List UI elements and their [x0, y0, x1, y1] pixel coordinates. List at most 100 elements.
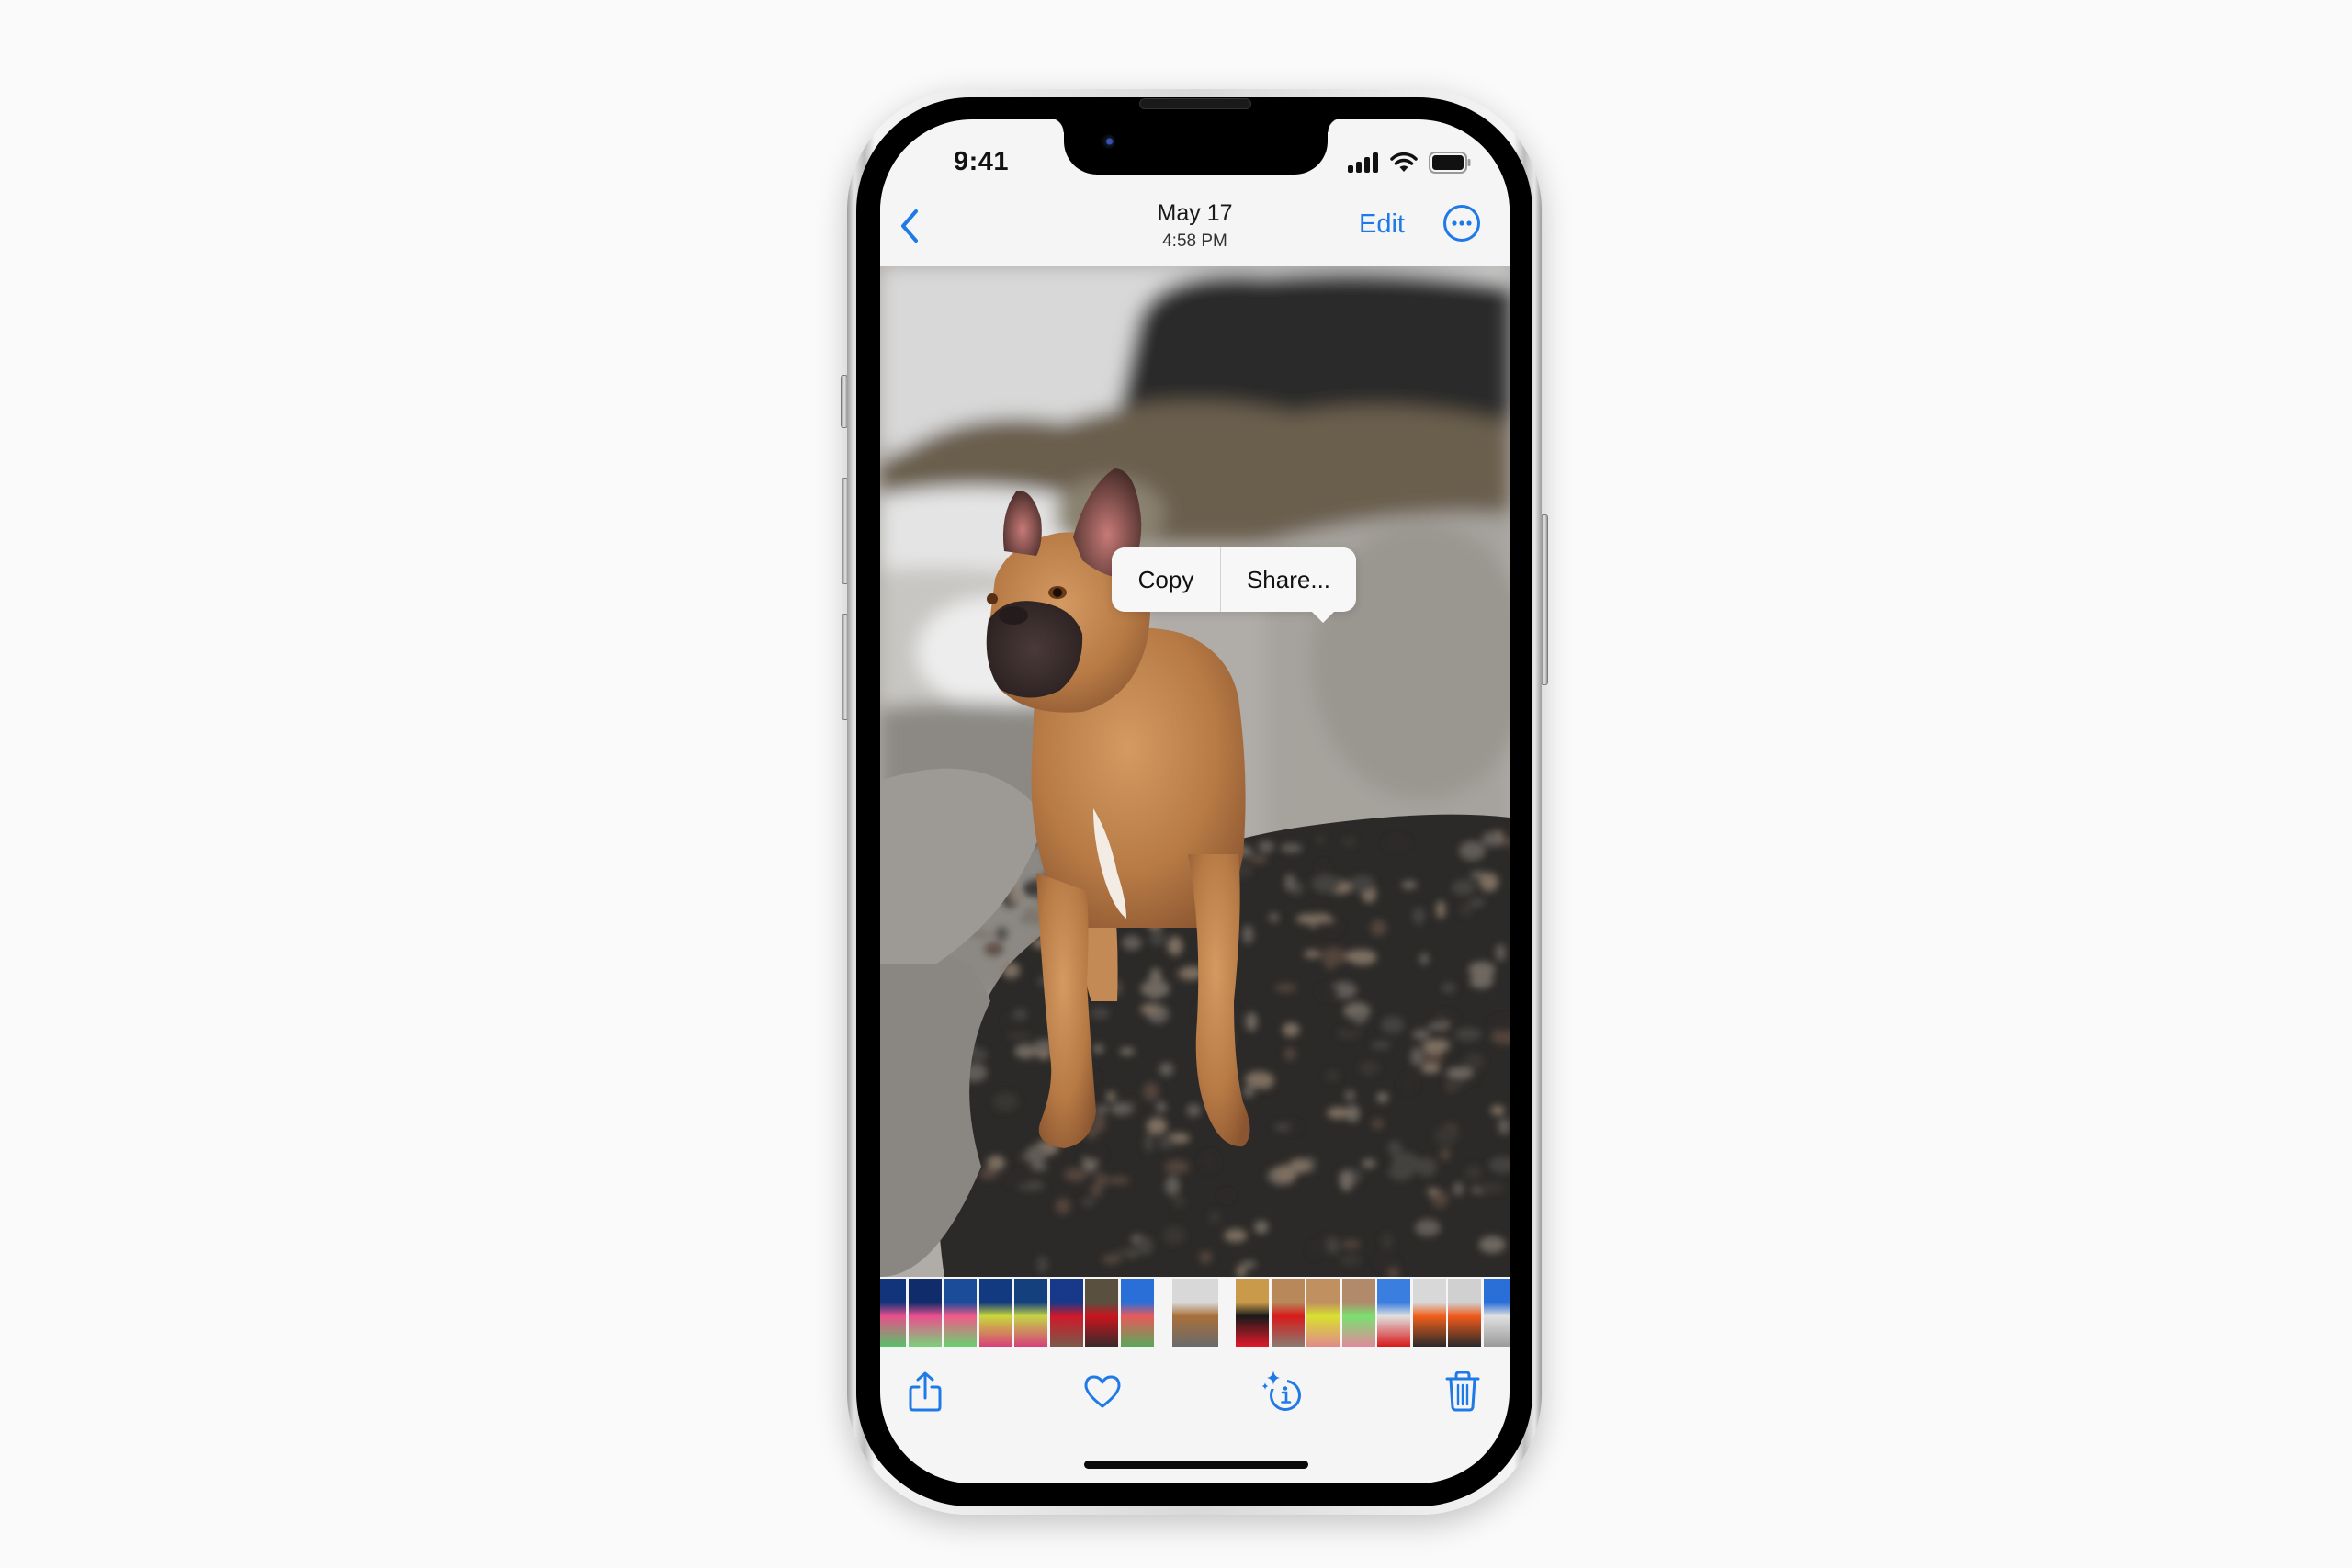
- pebble: [995, 926, 1008, 942]
- pebble: [1254, 1220, 1269, 1235]
- pebble: [1318, 985, 1339, 1000]
- pebble: [1313, 921, 1343, 934]
- thumbnail[interactable]: [1120, 1279, 1155, 1347]
- share-menu-item[interactable]: Share...: [1221, 547, 1356, 612]
- home-indicator[interactable]: [1084, 1461, 1308, 1469]
- pebble: [992, 1091, 1019, 1112]
- photo-viewer[interactable]: Copy Share...: [880, 266, 1510, 1277]
- pebble: [1440, 1147, 1451, 1161]
- pebble: [1317, 861, 1329, 876]
- thumbnail[interactable]: [978, 1279, 1013, 1347]
- thumbnail[interactable]: [1341, 1279, 1376, 1347]
- thumbnail[interactable]: [944, 1279, 978, 1347]
- pebble: [1119, 1047, 1136, 1056]
- pebble: [1459, 902, 1473, 918]
- pebble: [1165, 1176, 1181, 1196]
- pebble: [1464, 1165, 1483, 1180]
- pebble: [1359, 1060, 1379, 1077]
- pebble: [1162, 1225, 1186, 1245]
- pebble: [1434, 1125, 1458, 1145]
- photo-date: May 17: [1157, 200, 1233, 226]
- pebble: [1350, 874, 1375, 893]
- context-menu: Copy Share...: [1112, 547, 1356, 623]
- pebble: [1401, 880, 1418, 889]
- pebble: [1082, 1148, 1105, 1161]
- trash-icon: [1445, 1371, 1480, 1412]
- pebble: [1469, 897, 1486, 908]
- thumbnail[interactable]: [880, 1279, 907, 1347]
- more-button[interactable]: [1442, 204, 1481, 243]
- pebble: [1245, 1012, 1258, 1032]
- pebble: [1340, 1171, 1353, 1191]
- wifi-icon: [1390, 152, 1418, 172]
- pebble: [1478, 1235, 1506, 1254]
- pebble: [1412, 1029, 1430, 1041]
- pebble: [1384, 836, 1409, 850]
- cellular-signal-icon: [1348, 152, 1378, 173]
- pebble: [1025, 1145, 1047, 1166]
- pebble: [1249, 854, 1268, 864]
- thumbnail[interactable]: [1085, 1279, 1119, 1347]
- pebble: [1393, 1152, 1403, 1168]
- pebble: [1345, 1024, 1361, 1032]
- pebble: [1362, 1158, 1376, 1168]
- thumbnail[interactable]: [1236, 1279, 1270, 1347]
- pebble: [1340, 1254, 1362, 1266]
- thumbnail[interactable]: [908, 1279, 943, 1347]
- thumbnail[interactable]: [1412, 1279, 1447, 1347]
- edit-button[interactable]: Edit: [1359, 209, 1405, 240]
- pebble: [984, 942, 1004, 956]
- thumbnail-strip[interactable]: [880, 1279, 1510, 1347]
- pebble: [1283, 1047, 1296, 1061]
- copy-menu-item[interactable]: Copy: [1112, 547, 1221, 612]
- pebble: [1436, 900, 1446, 919]
- share-button[interactable]: [898, 1364, 953, 1419]
- pebble: [1159, 1062, 1174, 1077]
- pebble: [1241, 1259, 1257, 1269]
- thumbnail[interactable]: [1377, 1279, 1411, 1347]
- pebble: [1156, 1100, 1167, 1113]
- info-button[interactable]: [1254, 1364, 1309, 1419]
- info-sparkle-icon: [1261, 1369, 1301, 1411]
- heart-icon: [1084, 1375, 1121, 1408]
- pebble: [978, 1168, 999, 1179]
- pebble: [1258, 840, 1274, 853]
- delete-button[interactable]: [1435, 1364, 1490, 1419]
- pebble: [1102, 1254, 1121, 1265]
- pebble: [1311, 874, 1340, 894]
- pebble: [1316, 834, 1326, 844]
- thumbnail-selected[interactable]: [1172, 1279, 1218, 1347]
- pebble: [1012, 1008, 1027, 1021]
- pebble: [1476, 1182, 1505, 1193]
- favorite-button[interactable]: [1075, 1364, 1130, 1419]
- battery-icon: [1429, 152, 1471, 174]
- pebble: [1063, 1168, 1087, 1182]
- pebble: [1342, 837, 1357, 847]
- pebble: [1344, 950, 1374, 964]
- pebble: [1382, 1232, 1393, 1250]
- pebble: [1208, 1211, 1221, 1224]
- thumbnail[interactable]: [1014, 1279, 1048, 1347]
- thumbnail[interactable]: [1483, 1279, 1510, 1347]
- pebble: [1201, 1152, 1218, 1172]
- pebble: [1341, 1239, 1361, 1249]
- pebble: [1242, 925, 1254, 944]
- pebble: [1419, 953, 1430, 965]
- pebble: [1280, 843, 1303, 853]
- thumbnail[interactable]: [1306, 1279, 1340, 1347]
- pebble: [1288, 1158, 1312, 1174]
- pebble: [1269, 912, 1280, 923]
- pebble: [1004, 1012, 1014, 1028]
- pebble: [1371, 1041, 1391, 1050]
- pebble: [1055, 1198, 1071, 1214]
- pebble: [1031, 1163, 1047, 1171]
- pebble: [1158, 1136, 1176, 1149]
- thumbnail[interactable]: [1049, 1279, 1084, 1347]
- thumbnail[interactable]: [1271, 1279, 1306, 1347]
- pebble: [1090, 1185, 1102, 1197]
- pebble: [1224, 1228, 1248, 1243]
- pebble: [1427, 1022, 1445, 1031]
- thumbnail[interactable]: [1448, 1279, 1482, 1347]
- pebble: [1353, 1011, 1368, 1023]
- pebble: [1400, 1074, 1417, 1093]
